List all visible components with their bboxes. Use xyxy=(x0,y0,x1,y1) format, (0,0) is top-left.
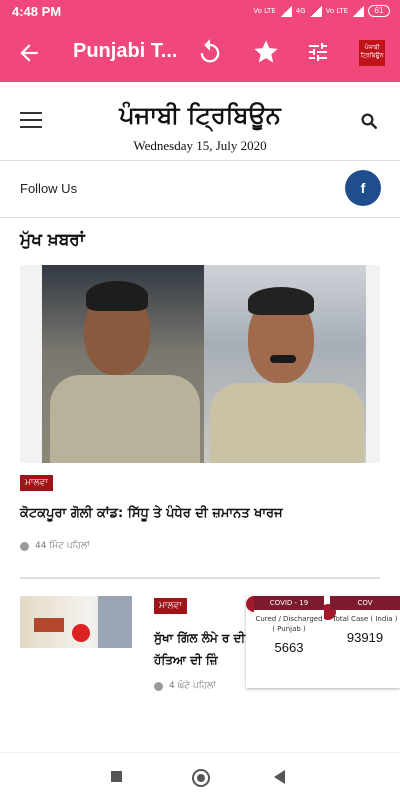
volte-icon: Vo LTE xyxy=(253,6,276,15)
refresh-icon[interactable] xyxy=(196,38,224,66)
status-time: 4:48 PM xyxy=(12,4,62,19)
network-icon: 4G xyxy=(295,6,306,15)
covid-card-india: COV Total Case ( India ) 93919 xyxy=(330,596,400,688)
signal-icon xyxy=(279,5,292,17)
home-icon[interactable] xyxy=(192,769,210,787)
divider xyxy=(20,577,380,579)
covid-cured-label: Cured / Discharged ( Punjab ) xyxy=(255,615,323,633)
photo-officer-left xyxy=(42,265,204,463)
second-story-headline[interactable]: ਸੁੱਖਾ ਗਿੱਲ ਲੰਮੇ ਰ ਦੀ ਹੱਤਿਆ ਦੀ ਜ਼ਿੰ xyxy=(154,627,254,671)
facebook-icon[interactable]: f xyxy=(345,170,381,206)
second-story-time: 4 ਘੰਟੇ ਪਹਿਲਾਂ xyxy=(169,681,216,691)
app-title: Punjabi T... xyxy=(73,40,178,62)
top-story-time: 44 ਮਿੰਟ ਪਹਿਲਾਂ xyxy=(35,541,90,551)
top-story-meta: 44 ਮਿੰਟ ਪਹਿਲਾਂ xyxy=(20,541,90,551)
follow-us-bar: Follow Us f xyxy=(0,161,400,218)
category-badge[interactable]: ਮਾਲਵਾ xyxy=(20,475,53,491)
covid-card-punjab: COVID - 19 Cured / Discharged ( Punjab )… xyxy=(254,596,324,688)
brand-logo[interactable]: ਪੰਜਾਬੀ ਟ੍ਰਿਬਿਊਨ xyxy=(359,40,385,66)
current-date: Wednesday 15, July 2020 xyxy=(133,138,267,153)
second-story-thumbnail[interactable] xyxy=(20,596,132,648)
category-badge-2[interactable]: ਮਾਲਵਾ xyxy=(154,598,187,614)
back-arrow-icon[interactable] xyxy=(16,40,42,66)
top-story-headline[interactable]: ਕੋਟਕਪੂਰਾ ਗੋਲੀ ਕਾਂਡ: ਸਿੱਧੂ ਤੇ ਪੰਧੇਰ ਦੀ ਜ਼… xyxy=(20,506,283,521)
site-brand[interactable]: ਪੰਜਾਬੀ ਟ੍ਰਿਬਿਊਨ xyxy=(0,100,400,129)
second-story-meta: 4 ਘੰਟੇ ਪਹਿਲਾਂ xyxy=(154,681,216,691)
status-icons: Vo LTE 4G Vo LTE 61 xyxy=(253,5,390,17)
covid-cured-value: 5663 xyxy=(274,640,304,655)
covid-header-2: COV xyxy=(330,596,400,610)
covid-total-label: Total Case ( India ) xyxy=(332,615,398,623)
covid-header: COVID - 19 xyxy=(254,596,324,610)
status-bar: 4:48 PM Vo LTE 4G Vo LTE 61 xyxy=(0,0,400,24)
search-icon[interactable] xyxy=(360,112,378,130)
volte-icon-2: Vo LTE xyxy=(325,6,348,15)
signal-icon-2 xyxy=(309,5,322,17)
top-story-image[interactable] xyxy=(20,265,380,463)
recents-icon[interactable] xyxy=(111,771,122,782)
covid-total-value: 93919 xyxy=(346,630,384,645)
masthead: ਪੰਜਾਬੀ ਟ੍ਰਿਬਿਊਨ Wednesday 15, July 2020 xyxy=(0,82,400,161)
star-icon[interactable] xyxy=(252,38,280,66)
section-title: ਮੁੱਖ ਖ਼ਬਰਾਂ xyxy=(20,230,85,250)
system-nav-bar xyxy=(0,752,400,801)
clock-icon xyxy=(20,541,29,551)
photo-officer-right xyxy=(204,265,366,463)
covid-widget[interactable]: COVID - 19 Cured / Discharged ( Punjab )… xyxy=(246,596,400,688)
tune-icon[interactable] xyxy=(306,40,330,64)
app-bar: Punjabi T... ਪੰਜਾਬੀ ਟ੍ਰਿਬਿਊਨ xyxy=(0,24,400,82)
back-icon[interactable] xyxy=(274,770,285,784)
signal-icon-3 xyxy=(352,5,364,17)
battery-icon: 61 xyxy=(368,5,390,17)
clock-icon xyxy=(154,681,163,691)
follow-us-label: Follow Us xyxy=(20,181,78,196)
